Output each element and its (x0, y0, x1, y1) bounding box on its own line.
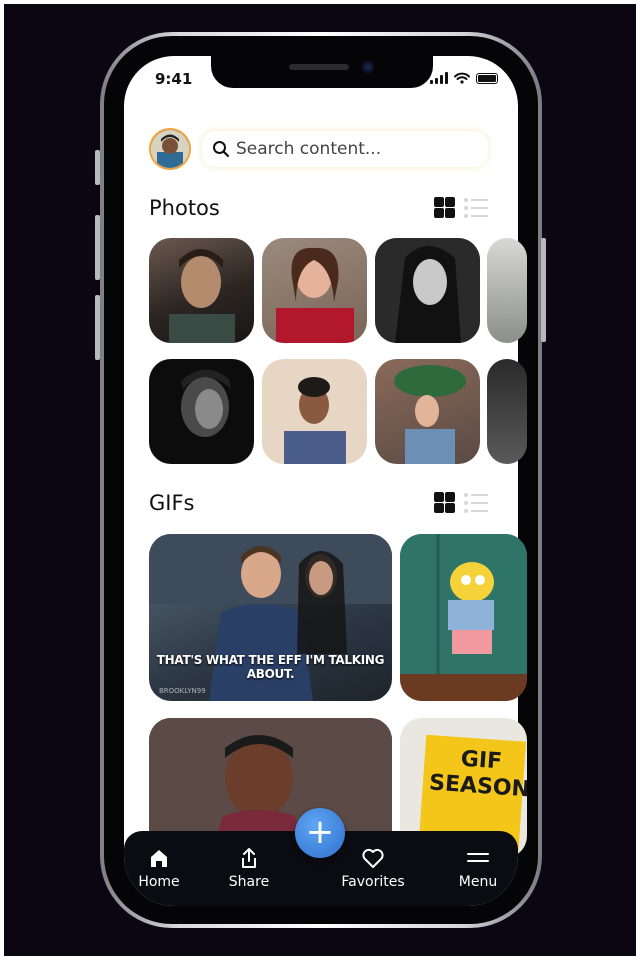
photo-thumbnail[interactable] (262, 359, 367, 464)
menu-icon (467, 853, 489, 862)
tab-favorites[interactable]: Favorites (338, 847, 408, 890)
tab-share-label: Share (228, 874, 270, 890)
cellular-signal-icon (430, 72, 448, 84)
photo-man-portrait (169, 249, 235, 343)
mute-switch (95, 150, 100, 185)
photo-woman-looking-up (284, 377, 346, 464)
gif-simpsons-ralph (400, 534, 527, 701)
photos-view-toggle (434, 197, 488, 218)
photo-woman-green-hat (394, 365, 466, 464)
volume-down-button (95, 295, 100, 360)
tab-menu-label: Menu (458, 874, 498, 890)
gif-thumbnail[interactable] (400, 534, 527, 701)
gifs-view-toggle (434, 492, 488, 513)
home-icon (151, 850, 167, 867)
wifi-icon (454, 72, 470, 84)
gif-watermark: BROOKLYN99 (159, 687, 206, 695)
avatar-image (151, 130, 189, 168)
search-bar[interactable] (202, 131, 488, 167)
speaker (289, 64, 349, 70)
gif-caption: THAT'S WHAT THE EFF I'M TALKING ABOUT. (156, 653, 385, 681)
search-icon (213, 141, 230, 158)
photo-thumbnail[interactable] (487, 238, 527, 343)
battery-icon (476, 73, 498, 84)
photo-woman-red-sweater (276, 247, 354, 343)
photo-thumbnail[interactable] (375, 359, 480, 464)
gif-season-text: GIF SEASON (428, 746, 527, 803)
plus-icon: + (305, 812, 335, 852)
user-avatar[interactable] (149, 128, 191, 170)
gifs-section-title: GIFs (149, 491, 195, 515)
tab-favorites-label: Favorites (341, 874, 405, 890)
photo-thumbnail[interactable] (487, 359, 527, 464)
photo-woman-dark (181, 369, 231, 437)
front-camera (362, 61, 374, 73)
add-button[interactable]: + (295, 808, 345, 858)
grid-view-icon[interactable] (434, 197, 455, 218)
status-icons (430, 72, 498, 84)
photo-woman-bw (375, 238, 480, 343)
list-view-icon[interactable] (464, 492, 488, 513)
grid-view-icon[interactable] (434, 492, 455, 513)
photo-thumbnail[interactable] (149, 238, 254, 343)
search-input[interactable] (236, 139, 476, 159)
tab-share[interactable]: Share (226, 847, 272, 890)
tab-home-label: Home (138, 874, 180, 890)
notch (211, 56, 433, 88)
photo-thumbnail[interactable] (262, 238, 367, 343)
photo-thumbnail[interactable] (375, 238, 480, 343)
photos-section-title: Photos (149, 196, 220, 220)
gif-thumbnail[interactable]: THAT'S WHAT THE EFF I'M TALKING ABOUT. B… (149, 534, 392, 701)
list-view-icon[interactable] (464, 197, 488, 218)
tab-menu[interactable]: Menu (456, 847, 500, 890)
tab-home[interactable]: Home (136, 847, 182, 890)
volume-up-button (95, 215, 100, 280)
power-button (541, 238, 546, 342)
status-time: 9:41 (155, 70, 193, 88)
share-icon (242, 848, 256, 868)
heart-icon (362, 848, 384, 868)
photo-thumbnail[interactable] (149, 359, 254, 464)
